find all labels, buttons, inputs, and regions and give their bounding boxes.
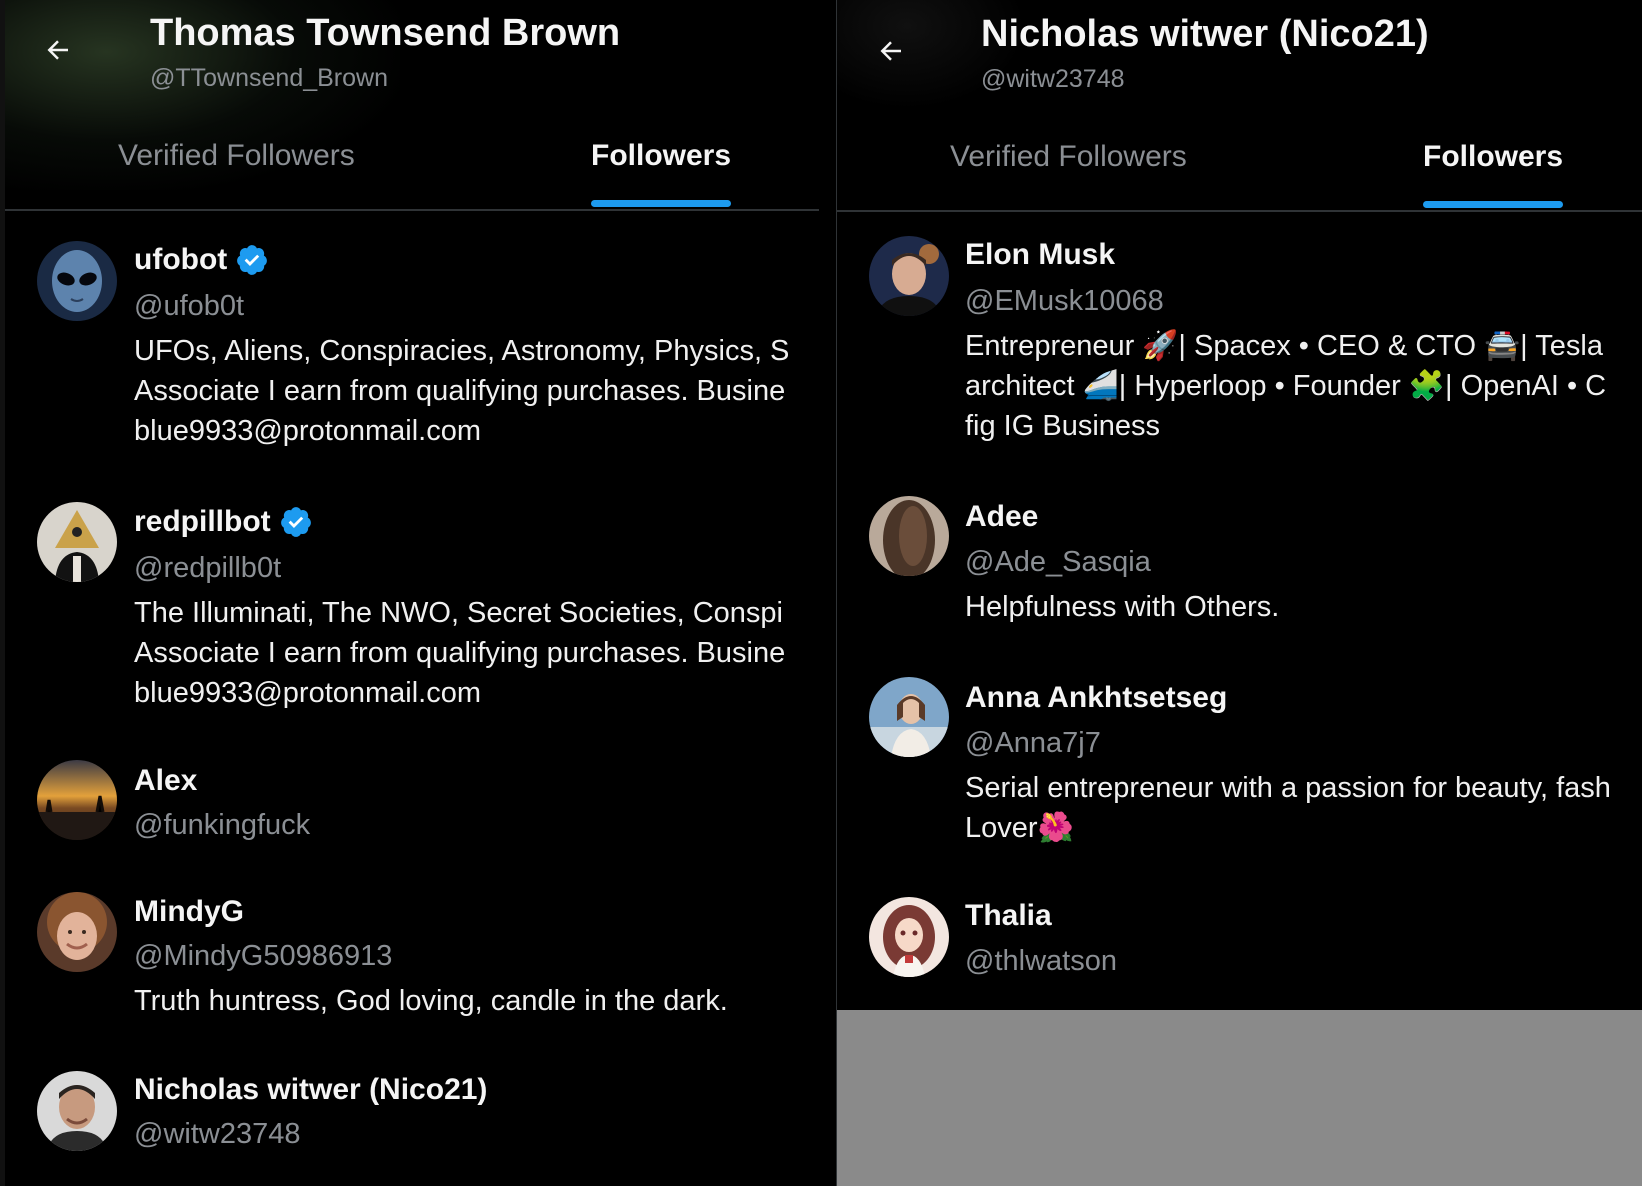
avatar[interactable]: [869, 897, 949, 977]
follower-bio: Truth huntress, God loving, candle in th…: [134, 985, 728, 1017]
active-tab-indicator: [591, 200, 731, 207]
name-line: Thalia: [965, 899, 1052, 933]
follower-name: Adee: [965, 500, 1039, 533]
follower-handle: @ufob0t: [134, 290, 245, 322]
follower-handle: @witw23748: [134, 1118, 301, 1150]
follower-name: Elon Musk: [965, 238, 1116, 271]
follower-row[interactable]: redpillbot @redpillb0t The Illuminati, T…: [0, 487, 836, 727]
follower-handle: @MindyG50986913: [134, 940, 393, 972]
follower-row[interactable]: MindyG @MindyG50986913 Truth huntress, G…: [0, 879, 836, 1049]
verified-badge-icon: [280, 507, 311, 537]
tabs-divider: [5, 209, 819, 211]
follower-handle: @Ade_Sasqia: [965, 546, 1151, 578]
followers-panel-right: Nicholas witwer (Nico21) @witw23748 Veri…: [837, 0, 1642, 1186]
name-line: Alex: [134, 764, 197, 798]
tab-followers[interactable]: Followers: [1423, 140, 1563, 174]
active-tab-indicator: [1423, 201, 1563, 208]
avatar[interactable]: [37, 502, 117, 582]
name-line: Anna Ankhtsetseg: [965, 681, 1227, 715]
avatar[interactable]: [37, 892, 117, 972]
page-handle: @witw23748: [981, 65, 1125, 93]
avatar[interactable]: [37, 1071, 117, 1151]
page-title: Nicholas witwer (Nico21): [981, 13, 1429, 55]
back-button[interactable]: [36, 28, 80, 72]
follower-row[interactable]: Anna Ankhtsetseg @Anna7j7 Serial entrepr…: [837, 665, 1642, 875]
follower-name: ufobot: [134, 243, 228, 276]
follower-row[interactable]: Alex @funkingfuck: [0, 748, 836, 868]
screenshot-stage: Thomas Townsend Brown @TTownsend_Brown V…: [0, 0, 1642, 1186]
follower-name: Nicholas witwer (Nico21): [134, 1073, 488, 1106]
follower-name: Alex: [134, 764, 198, 797]
follower-handle: @EMusk10068: [965, 285, 1164, 317]
name-line: Elon Musk: [965, 238, 1115, 272]
name-line: Nicholas witwer (Nico21): [134, 1073, 487, 1107]
follower-bio: Helpfulness with Others.: [965, 591, 1280, 623]
follower-handle: @redpillb0t: [134, 552, 282, 584]
avatar[interactable]: [869, 236, 949, 316]
follower-row[interactable]: Elon Musk @EMusk10068 Entrepreneur 🚀| Sp…: [837, 222, 1642, 472]
blank-overlay-region: [837, 1010, 1642, 1186]
avatar[interactable]: [37, 760, 117, 840]
name-line: MindyG: [134, 895, 244, 929]
follower-name: redpillbot: [134, 505, 271, 538]
follower-bio: Serial entrepreneur with a passion for b…: [965, 772, 1611, 844]
verified-badge-icon: [237, 245, 268, 275]
follower-handle: @thlwatson: [965, 945, 1117, 977]
page-title: Thomas Townsend Brown: [150, 12, 621, 54]
tab-followers[interactable]: Followers: [591, 139, 731, 173]
follower-row[interactable]: ufobot @ufob0t UFOs, Aliens, Conspiracie…: [0, 225, 836, 465]
follower-bio: Entrepreneur 🚀| Spacex • CEO & CTO 🚔| Te…: [965, 330, 1607, 442]
tabs-divider: [837, 210, 1642, 212]
follower-row[interactable]: Nicholas witwer (Nico21) @witw23748: [0, 1059, 836, 1186]
follower-bio: UFOs, Aliens, Conspiracies, Astronomy, P…: [134, 335, 790, 447]
avatar[interactable]: [869, 496, 949, 576]
arrow-left-icon: [880, 41, 901, 61]
arrow-left-icon: [47, 40, 68, 60]
name-line: redpillbot: [134, 505, 313, 539]
page-handle: @TTownsend_Brown: [150, 64, 388, 92]
tab-verified-followers[interactable]: Verified Followers: [950, 140, 1187, 174]
follower-name: MindyG: [134, 895, 244, 928]
avatar[interactable]: [869, 677, 949, 757]
name-line: Adee: [965, 500, 1038, 534]
follower-bio: The Illuminati, The NWO, Secret Societie…: [134, 597, 786, 709]
back-button[interactable]: [869, 29, 913, 73]
avatar[interactable]: [37, 241, 117, 321]
followers-panel-left: Thomas Townsend Brown @TTownsend_Brown V…: [0, 0, 836, 1186]
follower-row[interactable]: Adee @Ade_Sasqia Helpfulness with Others…: [837, 484, 1642, 654]
follower-row[interactable]: Thalia @thlwatson: [837, 885, 1642, 1005]
follower-name: Thalia: [965, 899, 1052, 932]
follower-handle: @funkingfuck: [134, 809, 311, 841]
follower-name: Anna Ankhtsetseg: [965, 681, 1228, 714]
tab-verified-followers[interactable]: Verified Followers: [118, 139, 355, 173]
name-line: ufobot: [134, 243, 269, 277]
follower-handle: @Anna7j7: [965, 727, 1101, 759]
